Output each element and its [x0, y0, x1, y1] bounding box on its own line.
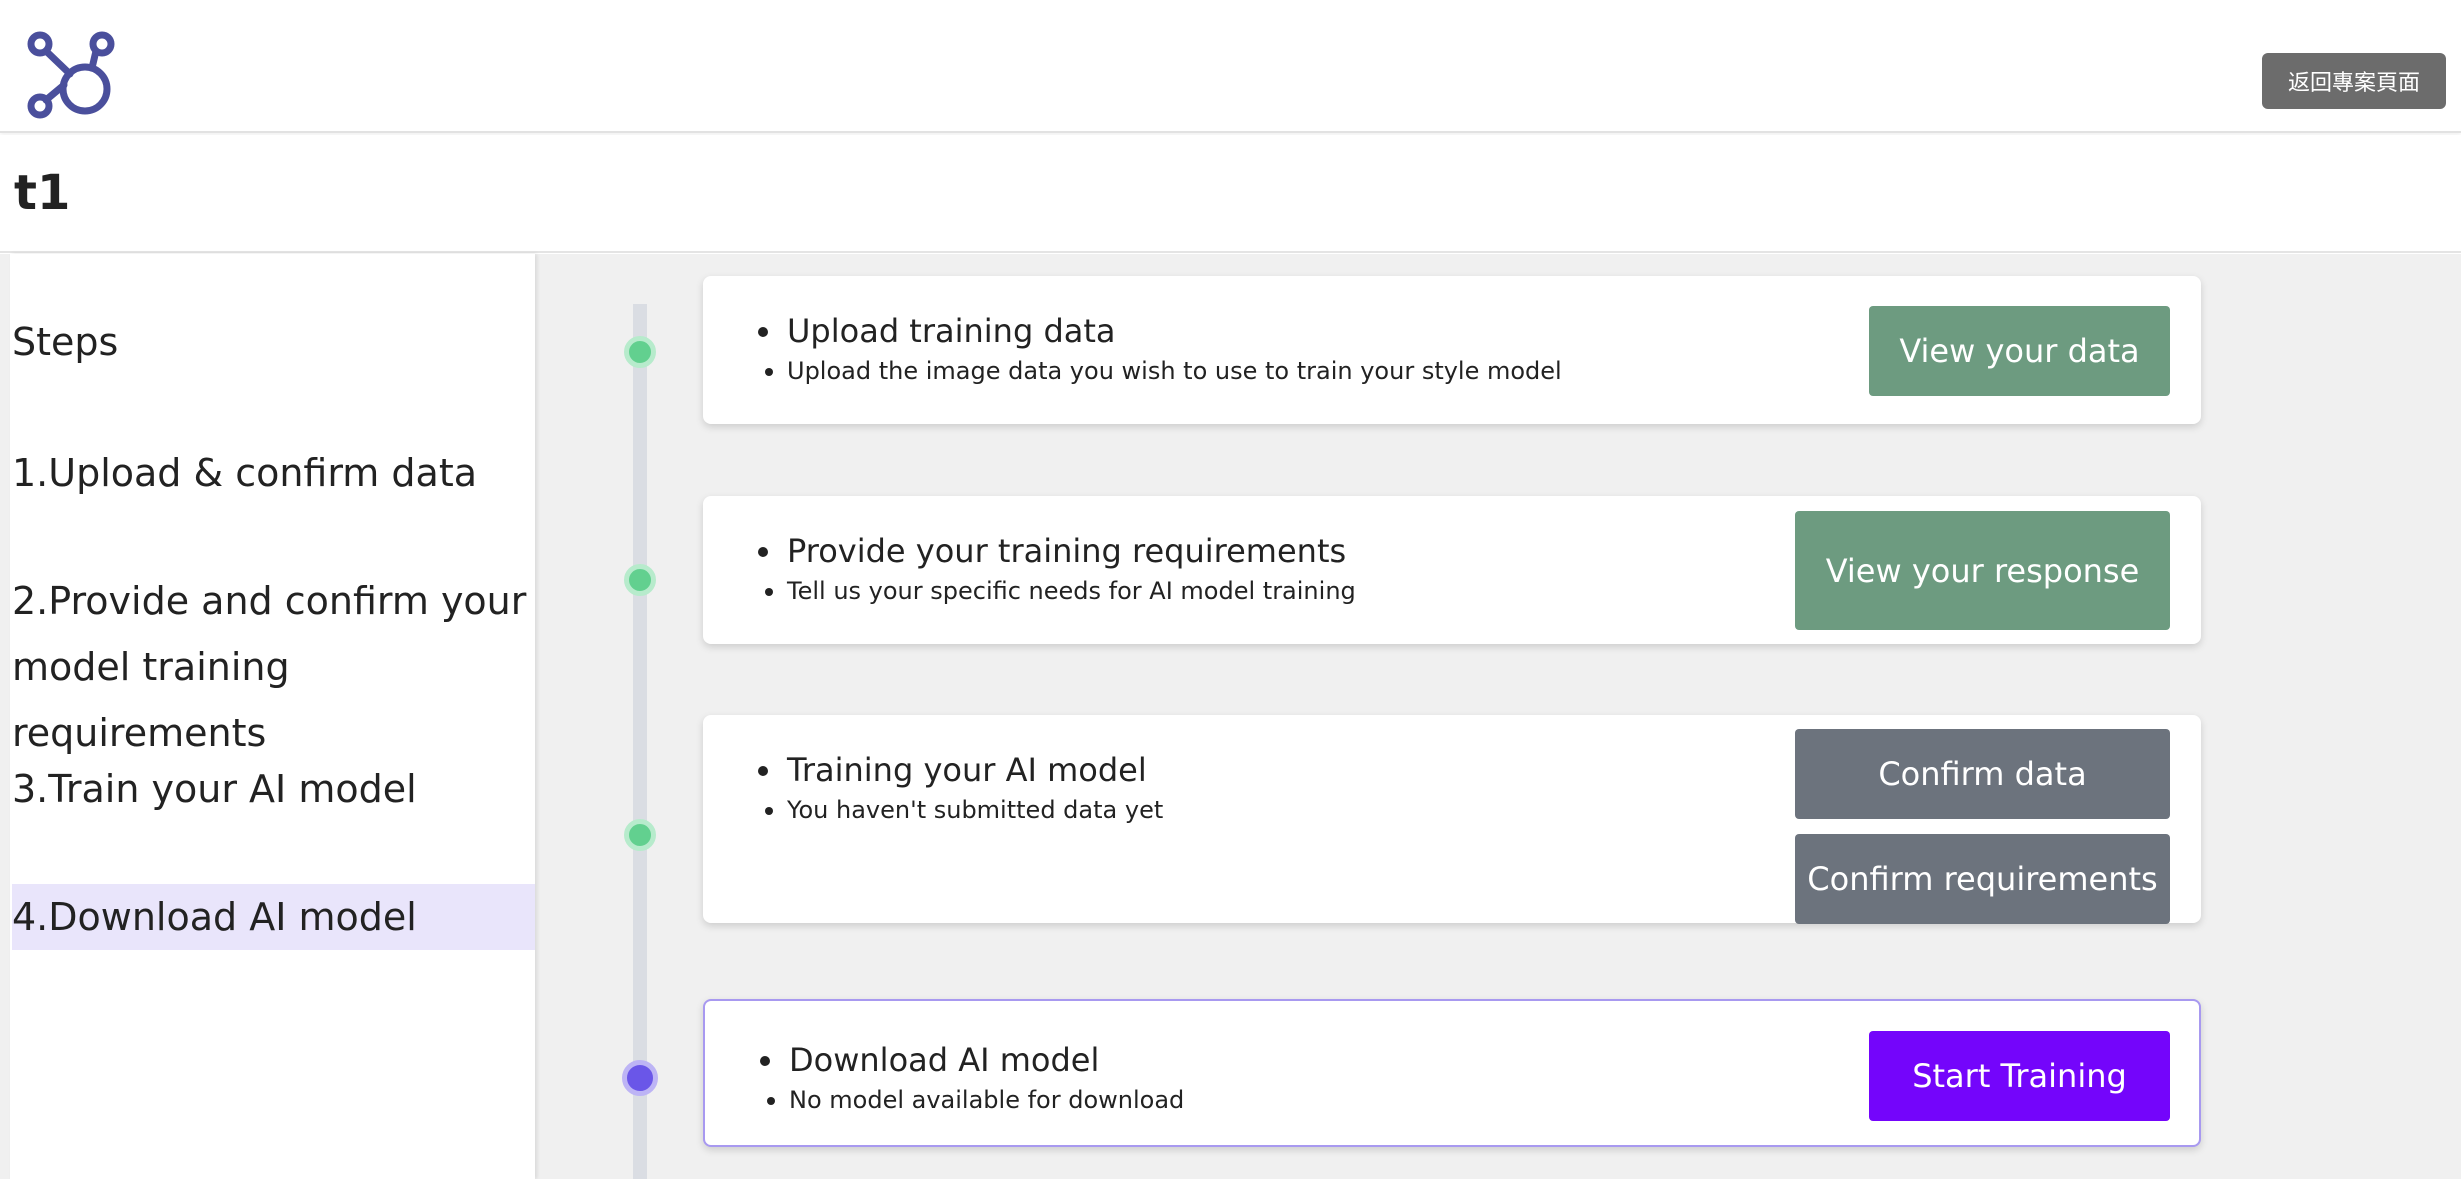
bullet-icon: [758, 327, 768, 337]
step-card-download: Download AI model No model available for…: [703, 999, 2201, 1147]
sidebar-step-train[interactable]: 3.Train your AI model: [12, 756, 535, 822]
confirm-data-button[interactable]: Confirm data: [1795, 729, 2170, 819]
sidebar-step-download[interactable]: 4.Download AI model: [12, 884, 535, 950]
bullet-icon: [760, 1056, 770, 1066]
step-subtitle: You haven't submitted data yet: [787, 796, 1164, 824]
step-subtitle: Upload the image data you wish to use to…: [787, 357, 1562, 385]
bullet-icon: [758, 766, 768, 776]
bullet-icon: [765, 807, 773, 815]
confirm-requirements-button[interactable]: Confirm requirements: [1795, 834, 2170, 924]
timeline-dot-active: [622, 1060, 658, 1096]
step-card-upload: Upload training data Upload the image da…: [703, 276, 2201, 424]
step-card-requirements: Provide your training requirements Tell …: [703, 496, 2201, 644]
app-logo-icon[interactable]: [26, 30, 116, 120]
sidebar-step-label: 1.Upload & confirm data: [12, 451, 477, 495]
timeline-dot-complete: [624, 819, 656, 851]
bullet-icon: [765, 368, 773, 376]
sidebar-heading: Steps: [12, 320, 119, 364]
sidebar-step-label-line2: model training requirements: [12, 645, 290, 755]
sidebar-step-label-line1: 2.Provide and confirm your: [12, 579, 527, 623]
steps-sidebar: Steps 1.Upload & confirm data 2.Provide …: [10, 254, 535, 1179]
step-subtitle: No model available for download: [789, 1086, 1185, 1114]
sidebar-step-requirements[interactable]: 2.Provide and confirm your model trainin…: [12, 568, 535, 766]
main-content: Steps 1.Upload & confirm data 2.Provide …: [0, 254, 2461, 1179]
sidebar-step-upload[interactable]: 1.Upload & confirm data: [12, 440, 535, 506]
start-training-button[interactable]: Start Training: [1869, 1031, 2170, 1121]
bullet-icon: [767, 1097, 775, 1105]
page-title: t1: [14, 165, 71, 221]
step-subtitle: Tell us your specific needs for AI model…: [787, 577, 1356, 605]
top-bar: 返回專案頁面: [0, 0, 2461, 133]
step-title: Provide your training requirements: [787, 532, 1347, 570]
step-title: Download AI model: [789, 1041, 1100, 1079]
step-card-training: Training your AI model You haven't submi…: [703, 715, 2201, 924]
title-row: t1: [0, 135, 2461, 253]
timeline-line: [633, 304, 647, 1179]
timeline-dot-complete: [624, 336, 656, 368]
step-title: Upload training data: [787, 312, 1116, 350]
sidebar-step-label: 3.Train your AI model: [12, 767, 417, 811]
sidebar-step-label: 4.Download AI model: [12, 895, 417, 939]
step-title: Training your AI model: [787, 751, 1147, 789]
back-to-project-button[interactable]: 返回專案頁面: [2262, 53, 2446, 109]
timeline-dot-complete: [624, 564, 656, 596]
bullet-icon: [758, 547, 768, 557]
view-response-button[interactable]: View your response: [1795, 511, 2170, 630]
view-data-button[interactable]: View your data: [1869, 306, 2170, 396]
bullet-icon: [765, 588, 773, 596]
